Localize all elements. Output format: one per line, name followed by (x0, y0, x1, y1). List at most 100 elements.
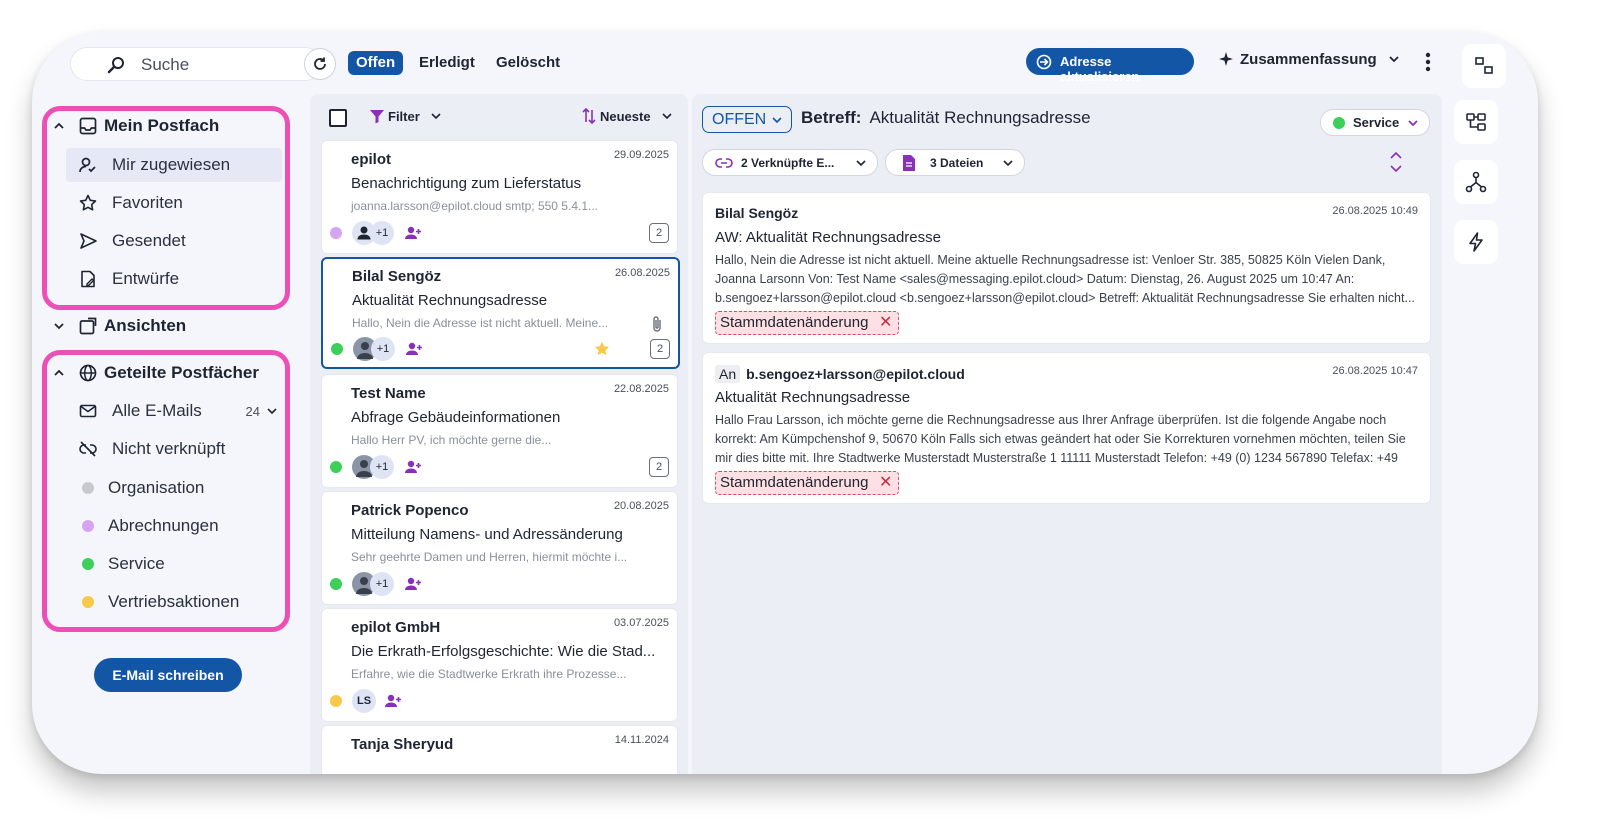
rail-top-button[interactable] (1462, 44, 1506, 88)
add-user-icon[interactable] (404, 576, 422, 592)
attachment-icon (653, 316, 661, 332)
subject-line: Betreff: Aktualität Rechnungsadresse (801, 108, 1091, 128)
sort-button[interactable]: Neueste (581, 107, 673, 125)
sidebar-item-label: Vertriebsaktionen (108, 592, 240, 611)
summary-label: Zusammenfassung (1240, 50, 1377, 68)
status-dropdown[interactable]: OFFEN (702, 106, 792, 133)
message-body-line: Hallo Frau Larsson, ich möchte gerne die… (715, 413, 1387, 427)
list-item[interactable]: epilot GmbH 03.07.2025 Die Erkrath-Erfol… (321, 608, 678, 722)
list-item-preview: Hallo, Nein die Adresse ist nicht aktuel… (352, 316, 609, 330)
sidebar-item-label: Favoriten (112, 193, 183, 212)
sidebar-item-unlinked[interactable]: Nicht verknüpft (78, 439, 225, 459)
billing-dot (82, 520, 94, 532)
extra-assignees: +1 (370, 572, 394, 596)
list-item-preview: Hallo Herr PV, ich möchte gerne die... (351, 433, 552, 447)
sidebar-item-all-mails[interactable]: Alle E-Mails 24 (78, 401, 278, 421)
mailbox-dot (330, 227, 342, 239)
sort-icon (582, 107, 596, 125)
message-subject: AW: Aktualität Rechnungsadresse (715, 229, 941, 246)
list-item-date: 26.08.2025 (614, 267, 670, 279)
thread-count: 2 (649, 223, 669, 243)
more-menu-button[interactable] (1424, 52, 1432, 72)
files-dropdown[interactable]: 3 Dateien (885, 149, 1025, 176)
filter-icon (370, 110, 384, 124)
list-item-from: Test Name (351, 385, 426, 402)
add-user-icon[interactable] (404, 459, 422, 475)
sidebar-item-assigned-to-me[interactable]: Mir zugewiesen (78, 155, 230, 175)
views-header[interactable]: Ansichten (52, 316, 186, 336)
list-item-date: 29.09.2025 (613, 149, 669, 161)
chevron-down-icon (1389, 56, 1399, 63)
sidebar-item-organisation[interactable]: Organisation (82, 478, 204, 498)
list-item[interactable]: Test Name 22.08.2025 Abfrage Gebäudeinfo… (321, 374, 678, 488)
mailbox-dot (330, 695, 342, 707)
compose-button[interactable]: E-Mail schreiben (94, 658, 242, 692)
search-input[interactable]: Suche (70, 47, 322, 81)
update-address-button[interactable]: Adresse aktualisieren (1026, 48, 1194, 84)
mail-icon (79, 404, 97, 418)
sidebar-item-drafts[interactable]: Entwürfe (78, 269, 179, 289)
message-body-line: korrekt: Am Kümpchenshof 9, 50670 Köln F… (715, 432, 1406, 446)
tag-chip[interactable]: Stammdatenänderung ✕ (715, 311, 900, 335)
list-item-preview: Sehr geehrte Damen und Herren, hiermit m… (351, 550, 628, 564)
automation-button[interactable] (1454, 220, 1498, 264)
mailbox-selector[interactable]: Service (1320, 109, 1430, 136)
tab-geloescht[interactable]: Gelöscht (488, 51, 568, 75)
workflow-button[interactable] (1454, 160, 1498, 204)
hierarchy-button[interactable] (1454, 100, 1498, 144)
list-item-from: Patrick Popenco (351, 502, 469, 519)
all-mails-count: 24 (245, 403, 260, 419)
user-check-icon (79, 157, 96, 173)
mailbox-dot (330, 578, 342, 590)
sidebar-item-sent[interactable]: Gesendet (78, 231, 186, 251)
shared-mailboxes-header[interactable]: Geteilte Postfächer (52, 363, 259, 383)
thread-count: 2 (649, 457, 669, 477)
update-address-label: Adresse aktualisieren (1060, 54, 1140, 84)
list-item[interactable]: Tanja Sheryud 14.11.2024 (321, 725, 678, 774)
linked-label: 2 Verknüpfte E... (741, 155, 835, 170)
unlink-icon (79, 441, 97, 457)
tab-offen[interactable]: Offen (348, 51, 404, 75)
chevron-down-icon (54, 323, 64, 330)
star-filled-icon[interactable] (593, 340, 611, 358)
sign-in-icon (1036, 54, 1052, 70)
extra-assignees: +1 (371, 337, 395, 361)
sidebar-item-favorites[interactable]: Favoriten (78, 193, 183, 213)
add-user-icon[interactable] (404, 225, 422, 241)
refresh-button[interactable] (304, 48, 336, 80)
sidebar-item-label: Organisation (108, 478, 205, 497)
tag-label: Stammdatenänderung (720, 314, 869, 331)
tag-label: Stammdatenänderung (720, 474, 869, 491)
message-body-line: Joanna Larsonn Von: Test Name <sales@mes… (715, 272, 1355, 286)
my-mailbox-header[interactable]: Mein Postfach (52, 116, 219, 136)
list-item-preview: joanna.larsson@epilot.cloud smtp; 550 5.… (351, 199, 598, 213)
select-all-checkbox[interactable] (329, 109, 347, 127)
tag-chip[interactable]: Stammdatenänderung ✕ (715, 471, 900, 495)
message-from: Bilal Sengöz (715, 205, 799, 221)
sidebar-item-billing[interactable]: Abrechnungen (82, 516, 219, 536)
sidebar-item-sales[interactable]: Vertriebsaktionen (82, 592, 239, 612)
list-item-date: 22.08.2025 (613, 383, 669, 395)
sidebar-item-service[interactable]: Service (82, 554, 165, 574)
subject-text: Aktualität Rechnungsadresse (869, 108, 1091, 127)
expand-collapse-icon[interactable] (1389, 150, 1403, 174)
close-icon[interactable]: ✕ (879, 472, 892, 494)
list-item[interactable]: Patrick Popenco 20.08.2025 Mitteilung Na… (321, 491, 678, 605)
email-message[interactable]: An b.sengoez+larsson@epilot.cloud 26.08.… (702, 352, 1431, 504)
list-item-subject: Abfrage Gebäudeinformationen (351, 409, 561, 426)
filter-button[interactable]: Filter (369, 108, 442, 124)
star-icon (79, 194, 97, 211)
add-user-icon[interactable] (405, 341, 423, 357)
message-body: Hallo, Nein die Adresse ist nicht aktuel… (715, 251, 1415, 308)
message-to: b.sengoez+larsson@epilot.cloud (746, 366, 965, 382)
tab-erledigt[interactable]: Erledigt (411, 51, 483, 75)
add-user-icon[interactable] (384, 693, 402, 709)
list-item-selected[interactable]: Bilal Sengöz 26.08.2025 Aktualität Rechn… (321, 257, 680, 369)
sidebar-item-label: Gesendet (112, 231, 186, 250)
summary-dropdown[interactable]: Zusammenfassung (1217, 50, 1401, 68)
close-icon[interactable]: ✕ (879, 312, 892, 334)
list-item[interactable]: epilot 29.09.2025 Benachrichtigung zum L… (321, 140, 678, 254)
draft-icon (81, 270, 95, 288)
email-message[interactable]: Bilal Sengöz 26.08.2025 10:49 AW: Aktual… (702, 192, 1431, 344)
linked-entities-dropdown[interactable]: 2 Verknüpfte E... (702, 149, 878, 176)
